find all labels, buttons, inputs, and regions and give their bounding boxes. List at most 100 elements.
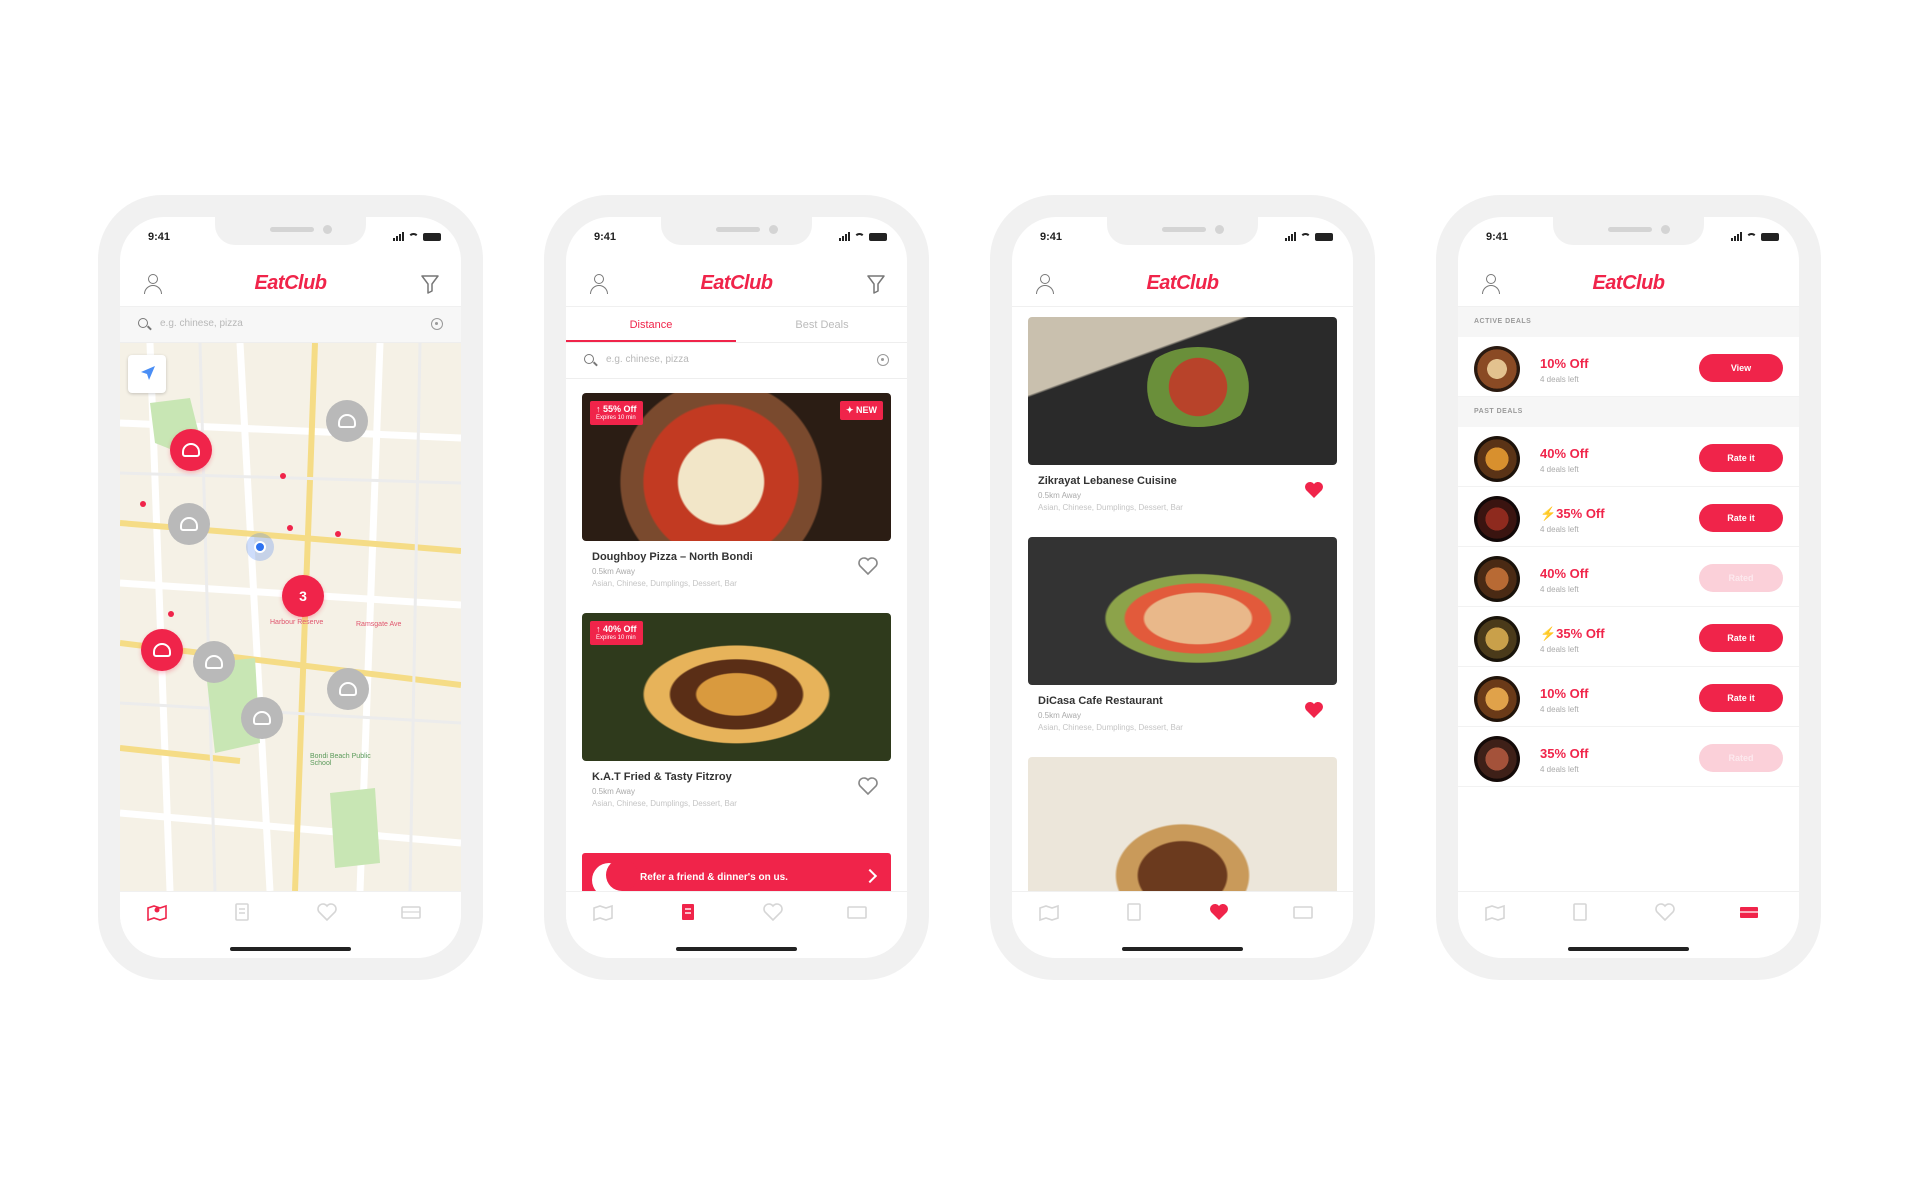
- locate-icon[interactable]: [431, 318, 443, 330]
- deal-thumbnail: [1474, 616, 1520, 662]
- tab-deals[interactable]: [846, 902, 868, 922]
- notch: [1107, 217, 1258, 245]
- locate-icon[interactable]: [877, 354, 889, 366]
- restaurant-name: DiCasa Cafe Restaurant: [1038, 695, 1163, 707]
- filter-icon[interactable]: [421, 274, 439, 294]
- tab-list[interactable]: [1569, 902, 1591, 922]
- screen-map: 9:41 EatClub e.g. chinese, pizza 3 Harbo…: [120, 217, 461, 958]
- search-bar[interactable]: e.g. chinese, pizza: [120, 307, 461, 343]
- tab-map[interactable]: [592, 902, 614, 922]
- deal-row[interactable]: 40% Off 4 deals left Rated: [1458, 547, 1799, 607]
- deal-row[interactable]: 40% Off 4 deals left Rate it: [1458, 427, 1799, 487]
- rate-button[interactable]: Rate it: [1699, 684, 1783, 712]
- filter-icon[interactable]: [867, 274, 885, 294]
- tab-favorites[interactable]: [1208, 902, 1230, 922]
- restaurant-card[interactable]: Zikrayat Lebanese Cuisine 0.5km Away Asi…: [1028, 317, 1337, 512]
- tab-best-deals[interactable]: Best Deals: [737, 319, 907, 331]
- food-icon: [253, 711, 271, 725]
- map-icon: [1039, 904, 1059, 922]
- refer-text: Refer a friend & dinner's on us.: [640, 872, 788, 883]
- search-bar[interactable]: e.g. chinese, pizza: [566, 343, 907, 379]
- heart-filled-icon[interactable]: [1303, 700, 1325, 720]
- deal-badge: ↑ 55% Off Expires 10 min: [590, 401, 643, 426]
- showcase: 9:41 EatClub e.g. chinese, pizza 3 Harbo…: [0, 0, 1920, 1180]
- rate-button[interactable]: Rate it: [1699, 444, 1783, 472]
- tab-deals[interactable]: [1738, 902, 1760, 922]
- deal-thumbnail: [1474, 496, 1520, 542]
- map-pin-restaurant-inactive[interactable]: [241, 697, 283, 739]
- deal-row[interactable]: 10% Off 4 deals left Rate it: [1458, 667, 1799, 727]
- signal-icon: [393, 232, 404, 241]
- deal-thumbnail: [1474, 346, 1520, 392]
- list-icon: [1573, 903, 1587, 921]
- restaurant-tags: Asian, Chinese, Dumplings, Dessert, Bar: [1038, 723, 1183, 732]
- tab-favorites[interactable]: [1654, 902, 1676, 922]
- ticket-icon: [847, 906, 867, 919]
- tab-favorites[interactable]: [762, 902, 784, 922]
- tab-map[interactable]: [146, 902, 168, 922]
- deal-percent: ⚡35% Off: [1540, 626, 1605, 641]
- deal-row[interactable]: 35% Off 4 deals left Rated: [1458, 727, 1799, 787]
- deal-row[interactable]: ⚡35% Off 4 deals left Rate it: [1458, 607, 1799, 667]
- heart-outline-icon[interactable]: [857, 556, 879, 576]
- tab-list[interactable]: [677, 902, 699, 922]
- deals-left: 4 deals left: [1540, 645, 1579, 654]
- status-time: 9:41: [594, 231, 617, 243]
- navigation-arrow-icon: [141, 366, 155, 380]
- map-pin-cluster[interactable]: 3: [282, 575, 324, 617]
- battery-icon: [869, 233, 887, 241]
- phone-map: 9:41 EatClub e.g. chinese, pizza 3 Harbo…: [98, 195, 483, 980]
- deals-left: 4 deals left: [1540, 375, 1579, 384]
- map-pin-restaurant-inactive[interactable]: [193, 641, 235, 683]
- restaurant-photo: ↑ 40% Off Expires 10 min: [582, 613, 891, 761]
- heart-outline-icon[interactable]: [857, 776, 879, 796]
- map-pin-restaurant-inactive[interactable]: [327, 668, 369, 710]
- signal-icon: [1731, 232, 1742, 241]
- map-view[interactable]: 3 Harbour Reserve Ramsgate Ave Bondi Bea…: [120, 343, 461, 891]
- restaurant-card[interactable]: ↑ 40% Off Expires 10 min K.A.T Fried & Ta…: [582, 613, 891, 808]
- deals-left: 4 deals left: [1540, 705, 1579, 714]
- deal-row[interactable]: ⚡35% Off 4 deals left Rate it: [1458, 487, 1799, 547]
- tab-map[interactable]: [1038, 902, 1060, 922]
- tab-list[interactable]: [1123, 902, 1145, 922]
- map-pin-restaurant[interactable]: [170, 429, 212, 471]
- tab-map[interactable]: [1484, 902, 1506, 922]
- wifi-icon: [408, 233, 419, 241]
- rate-button[interactable]: Rate it: [1699, 624, 1783, 652]
- map-pin-restaurant[interactable]: [141, 629, 183, 671]
- heart-icon: [317, 903, 337, 922]
- map-icon: [1485, 904, 1505, 922]
- tab-deals[interactable]: [400, 902, 422, 922]
- heart-filled-icon[interactable]: [1303, 480, 1325, 500]
- restaurant-card[interactable]: ↑ 55% Off Expires 10 min ✦ NEW Doughboy P…: [582, 393, 891, 588]
- restaurant-card[interactable]: DiCasa Cafe Restaurant 0.5km Away Asian,…: [1028, 537, 1337, 732]
- notch: [1553, 217, 1704, 245]
- recenter-button[interactable]: [128, 355, 166, 393]
- screen-favorites: 9:41 EatClub Zikrayat Lebanese Cuisine 0…: [1012, 217, 1353, 958]
- search-input[interactable]: e.g. chinese, pizza: [606, 354, 689, 365]
- restaurant-photo: [1028, 537, 1337, 685]
- map-pin-restaurant-inactive[interactable]: [326, 400, 368, 442]
- tab-favorites[interactable]: [316, 902, 338, 922]
- deal-thumbnail: [1474, 556, 1520, 602]
- screen-list: 9:41 EatClub Distance Best Deals e.g. ch…: [566, 217, 907, 958]
- restaurant-card[interactable]: [1028, 757, 1337, 905]
- map-pin-restaurant-inactive[interactable]: [168, 503, 210, 545]
- status-time: 9:41: [1486, 231, 1509, 243]
- notch: [215, 217, 366, 245]
- view-button[interactable]: View: [1699, 354, 1783, 382]
- heart-icon: [763, 903, 783, 922]
- deals-left: 4 deals left: [1540, 525, 1579, 534]
- tab-deals[interactable]: [1292, 902, 1314, 922]
- search-input[interactable]: e.g. chinese, pizza: [160, 318, 243, 329]
- app-logo: EatClub: [1592, 272, 1665, 294]
- restaurant-distance: 0.5km Away: [592, 567, 635, 576]
- deal-row[interactable]: 10% Off 4 deals left View: [1458, 337, 1799, 397]
- wifi-icon: [1300, 233, 1311, 241]
- map-label: Bondi Beach Public School: [310, 753, 371, 767]
- tab-list[interactable]: [231, 902, 253, 922]
- phone-deals: 9:41 EatClub ACTIVE DEALS 10% Off 4 deal…: [1436, 195, 1821, 980]
- deal-percent: 35% Off: [1540, 746, 1589, 761]
- rate-button[interactable]: Rate it: [1699, 504, 1783, 532]
- tab-distance[interactable]: Distance: [566, 319, 736, 331]
